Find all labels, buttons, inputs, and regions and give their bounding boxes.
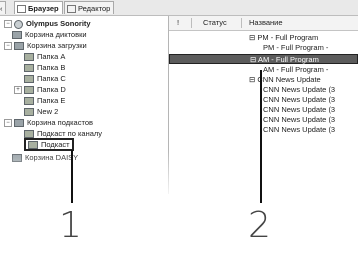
tab-editor[interactable]: Редактор	[64, 1, 115, 14]
editor-icon	[67, 5, 76, 14]
folder-tree: − Olympus Sonority Корзина диктовки − Корз…	[0, 16, 169, 194]
folder-icon	[28, 141, 38, 150]
folder-icon	[24, 108, 34, 117]
collapse-icon[interactable]: −	[4, 20, 12, 29]
tree-item-podcast[interactable]: Подкаст	[24, 138, 74, 151]
scroll-left-button[interactable]: ‹	[0, 1, 6, 14]
folder-icon	[24, 53, 34, 62]
list-item[interactable]: ⊟ PM - Full Program	[249, 33, 318, 43]
list-item[interactable]: CNN News Update (3	[263, 95, 335, 105]
tab-browser[interactable]: Браузер	[14, 1, 63, 14]
tree-item-dictation-tray[interactable]: Корзина диктовки	[12, 29, 87, 40]
tray-icon	[14, 42, 24, 51]
tree-item-folder-b[interactable]: Папка B	[24, 62, 65, 73]
tree-root[interactable]: − Olympus Sonority	[4, 18, 91, 29]
callout-number-1: 1	[59, 205, 82, 246]
folder-icon	[24, 86, 34, 95]
folder-icon	[24, 97, 34, 106]
collapse-icon[interactable]: −	[4, 42, 12, 51]
callout-number-2: 2	[248, 205, 271, 246]
tree-item-download-tray[interactable]: − Корзина загрузки	[4, 40, 87, 51]
list-item-selected[interactable]: ⊟ AM - Full Program	[169, 54, 358, 64]
device-icon	[14, 19, 23, 29]
list-item[interactable]: AM - Full Program -	[263, 65, 328, 75]
list-item[interactable]: CNN News Update (3	[263, 105, 335, 115]
folder-icon	[24, 64, 34, 73]
browser-icon	[17, 5, 26, 14]
tree-item-folder-a[interactable]: Папка A	[24, 51, 65, 62]
column-header-name[interactable]: Название	[249, 16, 283, 30]
file-list: ! Статус Название ⊟ PM - Full Program PM…	[169, 16, 358, 194]
callout-line-2	[260, 70, 262, 203]
tree-item-folder-d[interactable]: + Папка D	[14, 84, 66, 95]
folder-icon	[24, 130, 34, 139]
folder-icon	[24, 75, 34, 84]
column-header-flag[interactable]: !	[177, 16, 179, 30]
list-item[interactable]: PM - Full Program -	[263, 43, 328, 53]
collapse-icon[interactable]: −	[4, 119, 12, 128]
list-item[interactable]: CNN News Update (3	[263, 125, 335, 135]
tree-item-podcast-tray[interactable]: − Корзина подкастов	[4, 117, 93, 128]
tab-bar: ‹ Браузер Редактор	[0, 0, 358, 16]
column-header-status[interactable]: Статус	[203, 16, 227, 30]
list-header: ! Статус Название	[169, 16, 358, 31]
column-divider[interactable]	[241, 18, 242, 28]
tray-icon	[14, 119, 24, 128]
tray-icon	[12, 31, 22, 40]
screenshot-area: ‹ Браузер Редактор − Olympus Sonority Кор…	[0, 0, 358, 194]
tree-item-folder-e[interactable]: Папка E	[24, 95, 65, 106]
column-divider[interactable]	[191, 18, 192, 28]
tree-item-folder-c[interactable]: Папка C	[24, 73, 66, 84]
selected-item-frame[interactable]: Подкаст	[24, 138, 74, 151]
expand-icon[interactable]: +	[14, 86, 22, 95]
tree-item-new-2[interactable]: New 2	[24, 106, 58, 117]
tray-icon	[12, 154, 22, 163]
list-item[interactable]: CNN News Update (3	[263, 115, 335, 125]
tree-item-daisy-tray[interactable]: Корзина DAISY	[12, 152, 78, 163]
list-item[interactable]: CNN News Update (3	[263, 85, 335, 95]
callout-line-1	[71, 150, 73, 203]
